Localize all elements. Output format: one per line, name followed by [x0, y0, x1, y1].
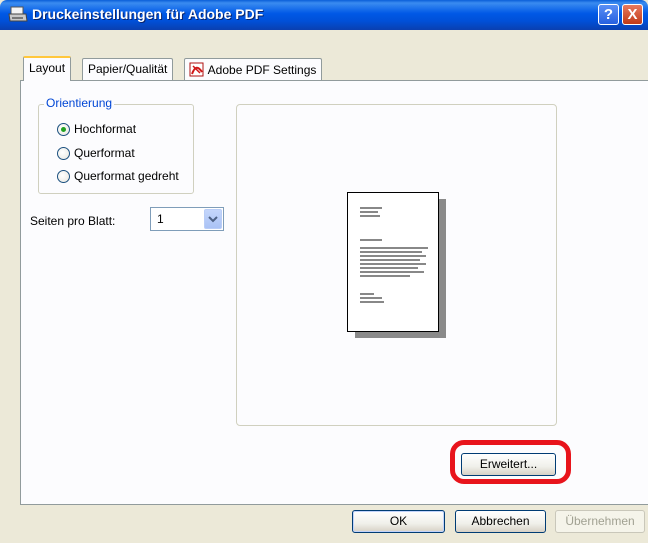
pages-per-sheet-label: Seiten pro Blatt: — [30, 214, 116, 228]
tab-paper-quality[interactable]: Papier/Qualität — [82, 58, 174, 80]
apply-button[interactable]: Übernehmen — [555, 510, 645, 533]
tab-adobe-pdf-settings[interactable]: Adobe PDF Settings — [184, 58, 323, 80]
radio-unchecked-indicator — [57, 170, 70, 183]
window-title: Druckeinstellungen für Adobe PDF — [32, 6, 264, 22]
radio-landscape[interactable]: Querformat — [57, 146, 207, 162]
radio-portrait[interactable]: Hochformat — [57, 122, 207, 138]
radio-unchecked-indicator — [57, 147, 70, 160]
printer-icon — [8, 6, 28, 22]
page-preview — [347, 192, 439, 332]
title-bar[interactable]: Druckeinstellungen für Adobe PDF ? X — [0, 0, 648, 30]
close-button[interactable]: X — [622, 4, 643, 25]
orientation-legend: Orientierung — [44, 96, 115, 110]
radio-landscape-label: Querformat — [74, 146, 135, 160]
radio-landscape-rotated[interactable]: Querformat gedreht — [57, 169, 207, 185]
adobe-pdf-icon — [189, 62, 204, 77]
print-settings-dialog: Druckeinstellungen für Adobe PDF ? X Lay… — [0, 0, 648, 543]
pages-per-sheet-select[interactable]: 1 — [150, 207, 224, 231]
cancel-button[interactable]: Abbrechen — [455, 510, 546, 533]
tab-layout-label: Layout — [29, 61, 66, 75]
tab-paper-quality-label: Papier/Qualität — [88, 62, 168, 76]
help-button[interactable]: ? — [598, 4, 619, 25]
dropdown-button[interactable] — [204, 209, 222, 229]
tab-layout[interactable]: Layout — [23, 56, 72, 81]
radio-portrait-label: Hochformat — [74, 122, 137, 136]
highlight-annotation — [450, 440, 571, 484]
tab-adobe-pdf-settings-label: Adobe PDF Settings — [207, 63, 317, 77]
radio-checked-indicator — [57, 123, 70, 136]
pages-per-sheet-value: 1 — [157, 212, 164, 226]
ok-button[interactable]: OK — [352, 510, 445, 533]
chevron-down-icon — [208, 216, 218, 223]
radio-landscape-rotated-label: Querformat gedreht — [74, 169, 179, 183]
